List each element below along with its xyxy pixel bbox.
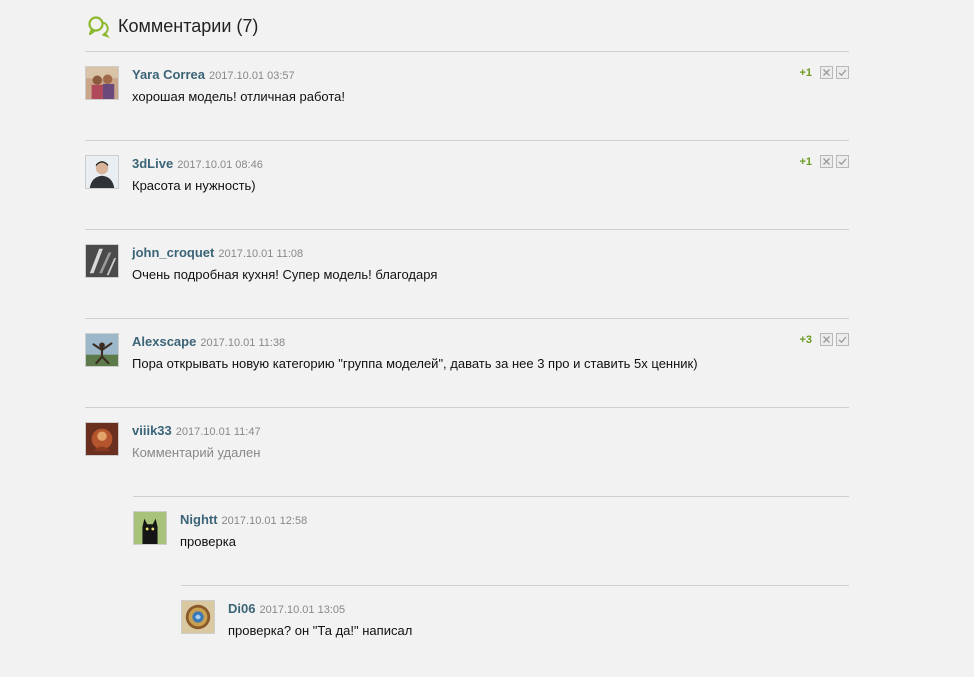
- comment-date: 2017.10.01 12:58: [221, 515, 308, 527]
- cross-icon: [823, 69, 830, 76]
- check-icon: [838, 69, 847, 77]
- comment-date: 2017.10.01 08:46: [177, 159, 263, 171]
- vote-down-button[interactable]: [820, 66, 833, 79]
- comment-text: Очень подробная кухня! Супер модель! бла…: [132, 267, 438, 282]
- comments-header: Комментарии (7): [86, 14, 258, 38]
- comment-meta: Alexscape 2017.10.01 11:38: [132, 333, 285, 351]
- vote-up-button[interactable]: [836, 155, 849, 168]
- comment-item: Alexscape 2017.10.01 11:38 Пора открывать…: [85, 318, 849, 408]
- comment-meta: viiik33 2017.10.01 11:47: [132, 422, 261, 440]
- author-link[interactable]: viiik33: [132, 423, 172, 438]
- comment-meta: 3dLive 2017.10.01 08:46: [132, 155, 263, 173]
- cross-icon: [823, 336, 830, 343]
- reply-item: Nightt 2017.10.01 12:58 проверка: [133, 496, 849, 586]
- avatar[interactable]: [85, 66, 119, 100]
- check-icon: [838, 336, 847, 344]
- rating-score: +1: [799, 66, 812, 79]
- comment-date: 2017.10.01 11:47: [175, 426, 261, 438]
- vote-down-button[interactable]: [820, 333, 833, 346]
- avatar[interactable]: [85, 155, 119, 189]
- comment-item: viiik33 2017.10.01 11:47 Комментарий удал…: [85, 407, 849, 497]
- comment-rating: +3: [799, 333, 849, 346]
- author-link[interactable]: 3dLive: [132, 156, 173, 171]
- avatar[interactable]: [85, 422, 119, 456]
- comment-date: 2017.10.01 03:57: [209, 70, 295, 82]
- avatar[interactable]: [133, 511, 167, 545]
- author-link[interactable]: Yara Correa: [132, 67, 205, 82]
- comment-date: 2017.10.01 11:38: [200, 337, 286, 349]
- comment-rating: +1: [799, 155, 849, 168]
- comment-rating: +1: [799, 66, 849, 79]
- comment-text: проверка: [180, 534, 236, 549]
- author-link[interactable]: Di06: [228, 601, 255, 616]
- comment-item: Yara Correa 2017.10.01 03:57 хорошая моде…: [85, 51, 849, 141]
- reply-item: Di06 2017.10.01 13:05 проверка? он "Та да…: [181, 585, 849, 675]
- comment-text: хорошая модель! отличная работа!: [132, 89, 345, 104]
- vote-down-button[interactable]: [820, 155, 833, 168]
- avatar[interactable]: [85, 244, 119, 278]
- speech-bubbles-icon: [88, 16, 110, 38]
- author-link[interactable]: Nightt: [180, 512, 218, 527]
- comment-date: 2017.10.01 11:08: [218, 248, 304, 260]
- page-title: Комментарии (7): [118, 15, 259, 36]
- avatar[interactable]: [85, 333, 119, 367]
- avatar[interactable]: [181, 600, 215, 634]
- comment-date: 2017.10.01 13:05: [259, 604, 346, 616]
- comment-text: Пора открывать новую категорию "группа м…: [132, 356, 698, 371]
- comment-meta: Yara Correa 2017.10.01 03:57: [132, 66, 295, 84]
- vote-up-button[interactable]: [836, 333, 849, 346]
- author-link[interactable]: Alexscape: [132, 334, 196, 349]
- comment-text: Красота и нужность): [132, 178, 256, 193]
- check-icon: [838, 158, 847, 166]
- comment-meta: john_croquet 2017.10.01 11:08: [132, 244, 303, 262]
- author-link[interactable]: john_croquet: [132, 245, 214, 260]
- comment-item: john_croquet 2017.10.01 11:08 Очень подро…: [85, 229, 849, 319]
- comment-item: 3dLive 2017.10.01 08:46 Красота и нужност…: [85, 140, 849, 230]
- comment-deleted-text: Комментарий удален: [132, 445, 261, 460]
- comment-meta: Di06 2017.10.01 13:05: [228, 600, 345, 618]
- vote-up-button[interactable]: [836, 66, 849, 79]
- rating-score: +1: [799, 155, 812, 168]
- comment-meta: Nightt 2017.10.01 12:58: [180, 511, 307, 529]
- rating-score: +3: [799, 333, 812, 346]
- comment-text: проверка? он "Та да!" написал: [228, 623, 413, 638]
- cross-icon: [823, 158, 830, 165]
